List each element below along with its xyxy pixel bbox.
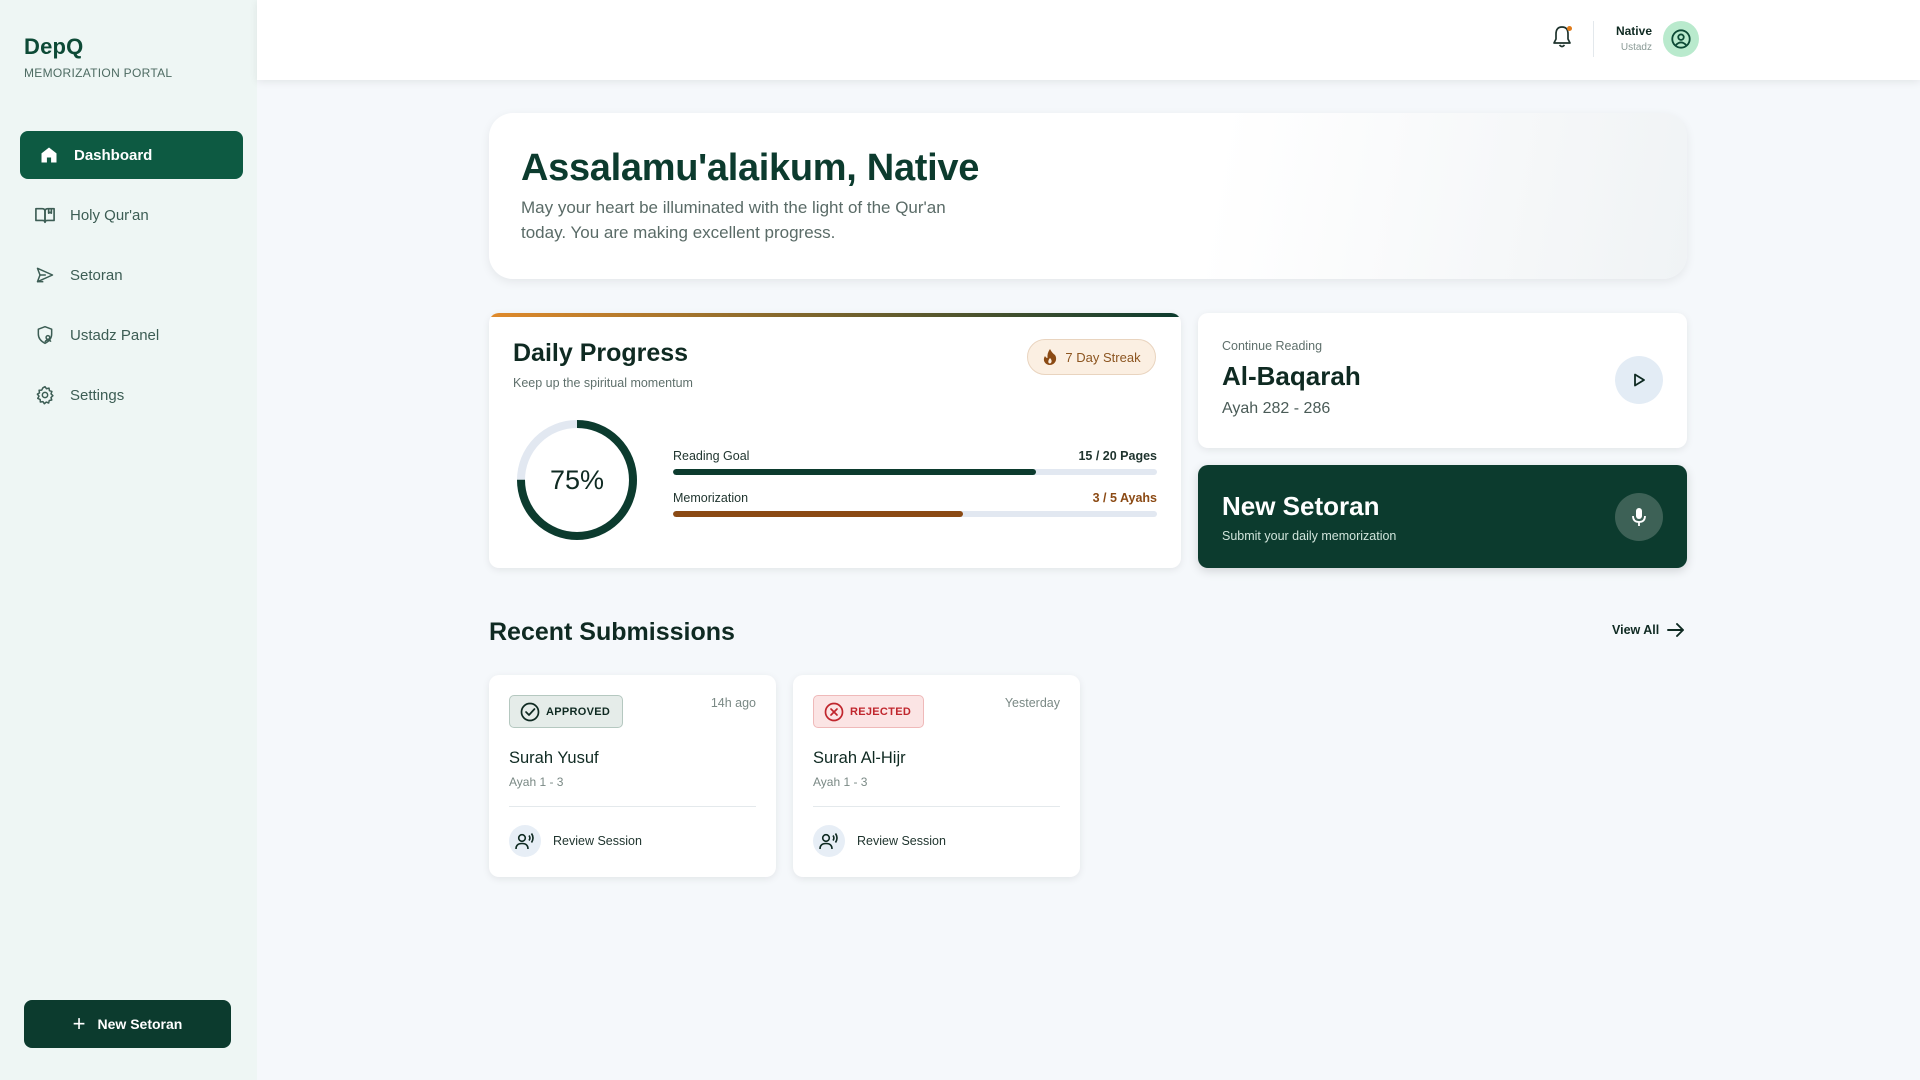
record-button[interactable] <box>1615 493 1663 541</box>
new-setoran-button-label: New Setoran <box>97 1016 183 1032</box>
sidebar-item-dashboard[interactable]: Dashboard <box>20 131 243 179</box>
submission-card[interactable]: APPROVED 14h ago Surah Yusuf Ayah 1 - 3 … <box>489 675 776 877</box>
reading-goal-track <box>673 469 1157 475</box>
user-name: Native <box>1615 24 1652 38</box>
daily-progress-subtitle: Keep up the spiritual momentum <box>513 376 693 390</box>
card-accent-line <box>489 313 1181 317</box>
check-circle-icon <box>520 702 540 721</box>
submission-surah: Surah Yusuf <box>509 749 599 767</box>
sidebar-item-label: Setoran <box>70 266 123 284</box>
sidebar-item-label: Settings <box>70 386 125 404</box>
continue-reading-label: Continue Reading <box>1222 339 1323 353</box>
reading-goal-fill <box>673 469 1036 475</box>
book-open-icon <box>34 204 56 226</box>
submission-card[interactable]: REJECTED Yesterday Surah Al-Hijr Ayah 1 … <box>793 675 1080 877</box>
play-button[interactable] <box>1615 356 1663 404</box>
arrow-right-icon <box>1667 623 1685 637</box>
play-icon <box>1634 373 1645 387</box>
memorization-label: Memorization <box>673 491 749 505</box>
memorization-track <box>673 511 1157 517</box>
streak-label: 7 Day Streak <box>1065 349 1141 365</box>
voice-user-icon <box>813 825 845 857</box>
sidebar-item-label: Holy Qur'an <box>70 206 149 224</box>
brand-name: DepQ <box>24 34 84 59</box>
continue-reading-ayah: Ayah 282 - 286 <box>1222 400 1331 417</box>
divider <box>1593 21 1594 57</box>
shield-user-icon <box>34 324 56 346</box>
welcome-title: Assalamu'alaikum, Native <box>521 147 980 189</box>
sidebar-item-holy-quran[interactable]: Holy Qur'an <box>20 191 243 239</box>
sidebar-item-label: Dashboard <box>74 146 153 164</box>
submission-ayah: Ayah 1 - 3 <box>813 775 868 789</box>
daily-progress-card: Daily Progress Keep up the spiritual mom… <box>489 313 1181 568</box>
review-session-label: Review Session <box>553 834 642 848</box>
submission-surah: Surah Al-Hijr <box>813 749 906 767</box>
reading-goal-value: 15 / 20 Pages <box>1078 449 1157 463</box>
sidebar-nav: Dashboard Holy Qur'an Setoran Ustadz Pan… <box>20 131 243 431</box>
new-setoran-title: New Setoran <box>1222 491 1380 521</box>
recent-submissions-title: Recent Submissions <box>489 618 735 646</box>
submission-time: 14h ago <box>710 696 756 710</box>
user-role: Ustadz <box>1620 42 1652 53</box>
voice-user-icon <box>509 825 541 857</box>
microphone-icon <box>1632 508 1646 526</box>
view-all-link[interactable]: View All <box>1612 623 1685 637</box>
daily-progress-title: Daily Progress <box>513 339 689 367</box>
status-label: APPROVED <box>546 705 611 718</box>
welcome-banner: Assalamu'alaikum, Native May your heart … <box>489 113 1687 279</box>
continue-reading-surah: Al-Baqarah <box>1222 361 1361 391</box>
gear-icon <box>34 384 56 406</box>
avatar[interactable] <box>1663 21 1699 57</box>
review-session-label: Review Session <box>857 834 946 848</box>
plus-icon: + <box>72 1011 86 1036</box>
status-label: REJECTED <box>850 705 912 718</box>
progress-percent: 75% <box>549 464 605 495</box>
bell-icon[interactable] <box>1550 24 1574 50</box>
brand-subtitle: MEMORIZATION PORTAL <box>24 66 173 80</box>
view-all-label: View All <box>1612 623 1660 637</box>
continue-reading-card[interactable]: Continue Reading Al-Baqarah Ayah 282 - 2… <box>1198 313 1687 448</box>
brand[interactable]: DepQ MEMORIZATION PORTAL <box>24 34 172 80</box>
top-bar: Native Ustadz <box>257 0 1920 80</box>
status-badge-rejected: REJECTED <box>813 695 925 728</box>
new-setoran-card[interactable]: New Setoran Submit your daily memorizati… <box>1198 465 1687 568</box>
submission-time: Yesterday <box>1004 696 1060 710</box>
notification-dot <box>1567 26 1572 31</box>
sidebar: DepQ MEMORIZATION PORTAL Dashboard Holy … <box>0 0 257 1080</box>
reading-goal-label: Reading Goal <box>673 449 750 463</box>
streak-badge: 7 Day Streak <box>1027 339 1156 375</box>
review-session-button[interactable]: Review Session <box>509 825 642 857</box>
review-session-button[interactable]: Review Session <box>813 825 946 857</box>
new-setoran-subtitle: Submit your daily memorization <box>1222 529 1397 543</box>
divider <box>813 806 1060 807</box>
memorization-value: 3 / 5 Ayahs <box>1092 491 1157 505</box>
welcome-message: May your heart be illuminated with the l… <box>521 198 946 242</box>
x-circle-icon <box>824 702 844 721</box>
submission-ayah: Ayah 1 - 3 <box>509 775 564 789</box>
sidebar-item-settings[interactable]: Settings <box>20 371 243 419</box>
reading-goal-row: Reading Goal 15 / 20 Pages <box>673 449 1157 475</box>
sidebar-item-ustadz-panel[interactable]: Ustadz Panel <box>20 311 243 359</box>
divider <box>509 806 756 807</box>
memorization-row: Memorization 3 / 5 Ayahs <box>673 491 1157 517</box>
new-setoran-button[interactable]: + New Setoran <box>24 1000 231 1048</box>
home-icon <box>38 144 60 166</box>
user-circle-icon <box>1671 29 1691 49</box>
memorization-fill <box>673 511 964 517</box>
send-icon <box>34 264 56 286</box>
fire-icon <box>1042 348 1058 366</box>
status-badge-approved: APPROVED <box>509 695 624 728</box>
sidebar-item-setoran[interactable]: Setoran <box>20 251 243 299</box>
sidebar-item-label: Ustadz Panel <box>70 326 160 344</box>
